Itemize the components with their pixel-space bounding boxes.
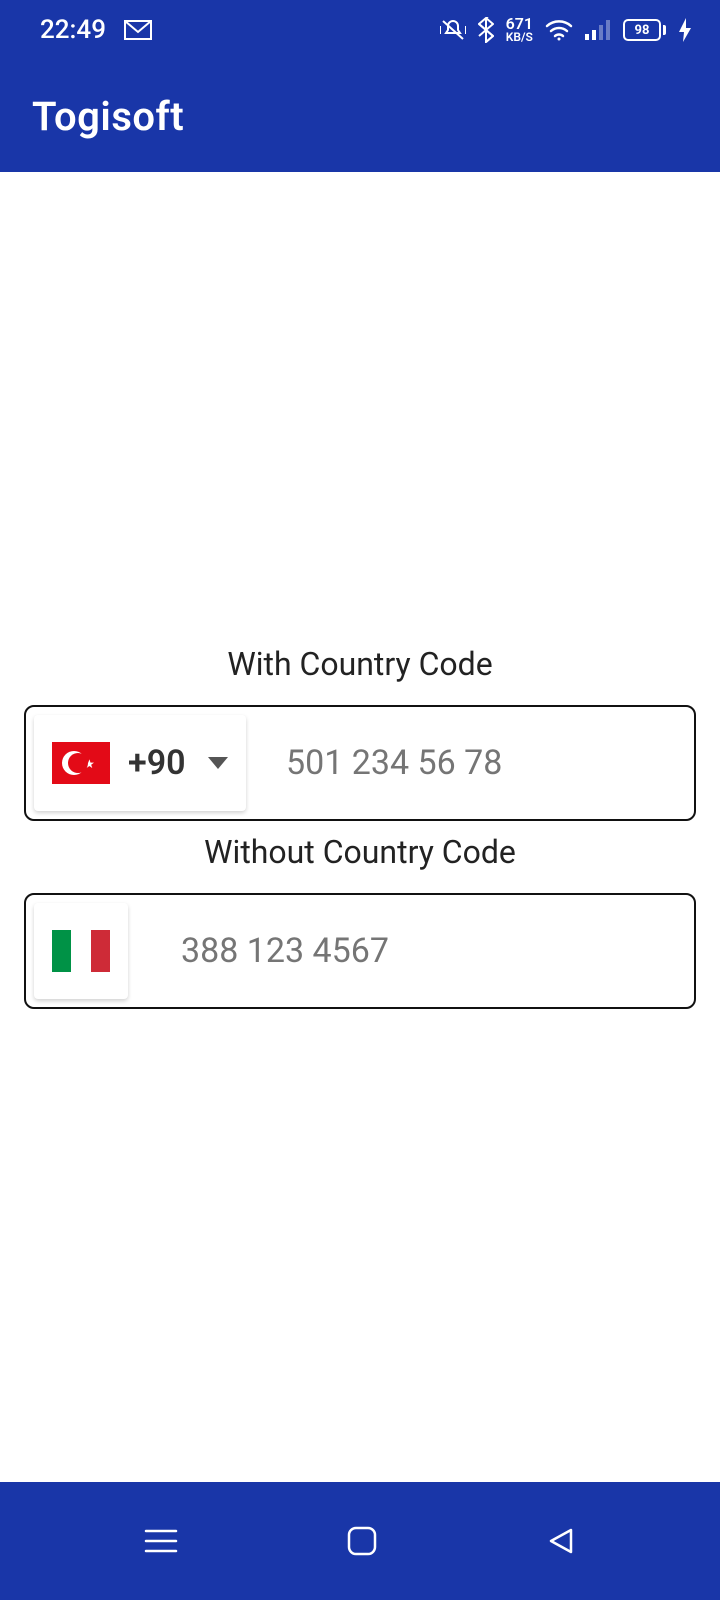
nav-recent-icon[interactable]: [144, 1527, 178, 1555]
phone-field-with-code[interactable]: ★ +90: [24, 705, 696, 821]
status-left: 22:49: [40, 15, 152, 45]
app-bar: Togisoft: [0, 60, 720, 172]
dropdown-caret-icon: [208, 757, 228, 769]
vibrate-silent-icon: [440, 18, 466, 42]
label-with-country-code: With Country Code: [24, 645, 696, 683]
nav-home-icon[interactable]: [346, 1525, 378, 1557]
battery-indicator: 98: [623, 19, 666, 41]
wifi-icon: [545, 19, 573, 41]
label-without-country-code: Without Country Code: [24, 833, 696, 871]
section-with-country-code: With Country Code ★ +90: [24, 645, 696, 821]
charging-icon: [678, 18, 692, 42]
country-selector-turkey[interactable]: ★ +90: [34, 715, 246, 811]
phone-field-without-code[interactable]: [24, 893, 696, 1009]
dial-code: +90: [128, 743, 186, 783]
gmail-icon: [124, 20, 152, 40]
phone-input-without-code[interactable]: [181, 895, 694, 1007]
nav-back-icon[interactable]: [546, 1526, 576, 1556]
flag-italy-icon: [52, 930, 110, 972]
signal-icon: [585, 20, 611, 40]
status-time: 22:49: [40, 15, 106, 45]
battery-level: 98: [635, 23, 650, 38]
network-speed-indicator: 671 KB/S: [506, 17, 533, 42]
app-title: Togisoft: [32, 93, 184, 140]
navigation-bar: [0, 1482, 720, 1600]
status-right: 671 KB/S 98: [440, 17, 692, 43]
country-selector-italy[interactable]: [34, 903, 128, 999]
status-bar: 22:49 671 KB/S 98: [0, 0, 720, 60]
section-without-country-code: Without Country Code: [24, 833, 696, 1009]
phone-input-with-code[interactable]: [286, 707, 717, 819]
bluetooth-icon: [478, 17, 494, 43]
net-speed-unit: KB/S: [506, 32, 533, 43]
content-area: With Country Code ★ +90 Without Country …: [0, 172, 720, 1482]
flag-turkey-icon: ★: [52, 742, 110, 784]
